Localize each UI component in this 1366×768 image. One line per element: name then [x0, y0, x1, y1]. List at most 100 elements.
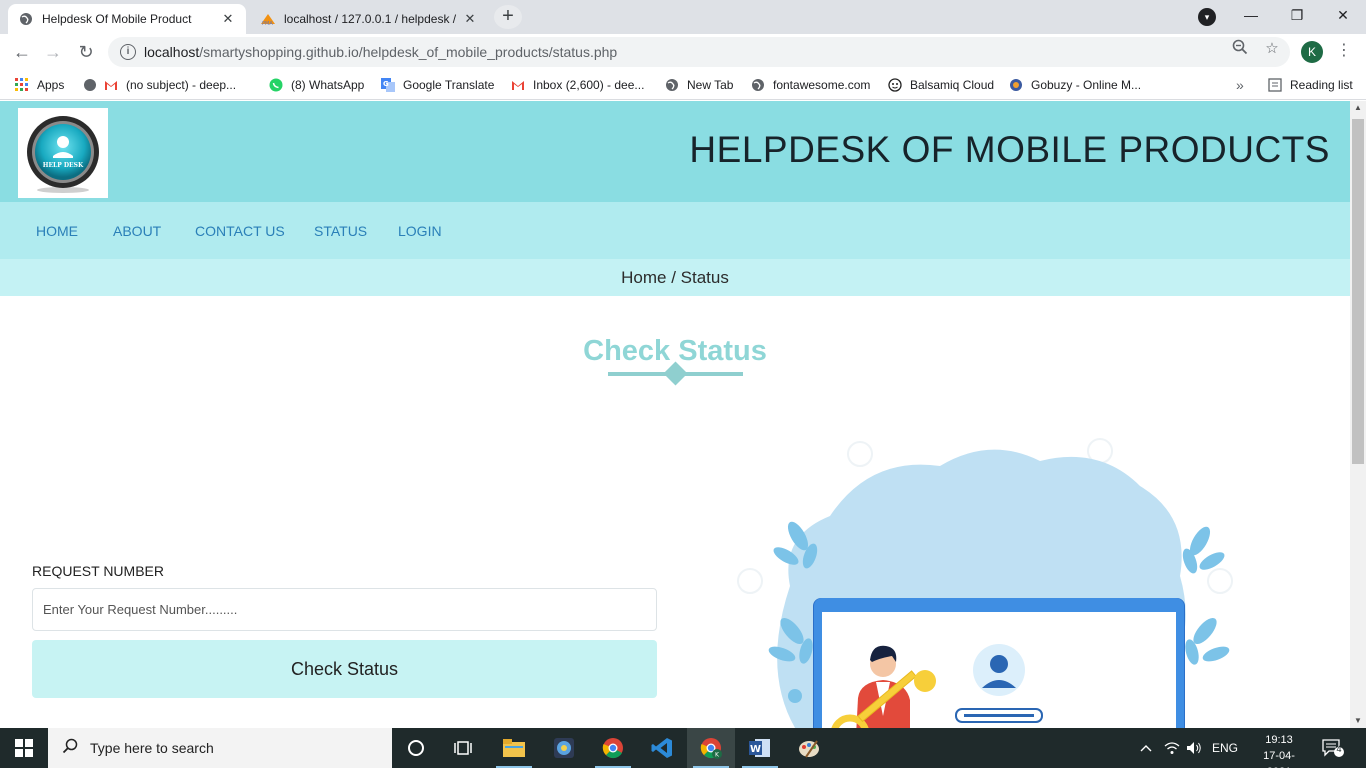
site-nav: HOME ABOUT CONTACT US STATUS LOGIN: [0, 202, 1350, 259]
file-explorer-icon[interactable]: [490, 728, 538, 768]
bookmark-label: New Tab: [687, 78, 734, 92]
gmail-icon: [103, 77, 119, 93]
reload-icon[interactable]: ↻: [73, 39, 99, 65]
url-path: /smartyshopping.github.io/helpdesk_of_mo…: [199, 44, 618, 60]
windows-taskbar: Type here to search K W ENG 19:13 17-04-…: [0, 728, 1366, 768]
page-scrollbar[interactable]: ▲ ▼: [1350, 101, 1366, 728]
start-button[interactable]: [0, 728, 48, 768]
svg-text:PMA: PMA: [262, 21, 273, 26]
bookmarks-bar: Apps (no subject) - deep... (8) WhatsApp…: [0, 70, 1366, 100]
notification-center-icon[interactable]: 4: [1322, 738, 1344, 758]
tab-title: localhost / 127.0.0.1 / helpdesk /: [284, 12, 457, 26]
bookmark-apps[interactable]: Apps: [14, 76, 64, 94]
site-info-icon[interactable]: i: [120, 44, 136, 60]
chrome-icon[interactable]: [589, 728, 637, 768]
bookmark-gobuzy[interactable]: Gobuzy - Online M...: [1008, 76, 1141, 94]
clock-date: 17-04-2021: [1263, 750, 1295, 768]
reading-list-label: Reading list: [1290, 78, 1353, 92]
helpdesk-logo[interactable]: HELP DESK: [18, 108, 108, 198]
back-icon[interactable]: ←: [9, 39, 35, 65]
bookmark-fontawesome[interactable]: fontawesome.com: [750, 76, 870, 94]
bookmark-label: Inbox (2,600) - dee...: [533, 78, 645, 92]
profile-avatar[interactable]: K: [1301, 41, 1323, 63]
gmail-icon: [510, 77, 526, 93]
tab-title: Helpdesk Of Mobile Product: [42, 12, 192, 26]
scroll-down-icon[interactable]: ▼: [1350, 714, 1366, 728]
bookmark-star-icon[interactable]: ☆: [1262, 39, 1282, 59]
svg-text:W: W: [750, 744, 761, 755]
address-bar[interactable]: i localhost/smartyshopping.github.io/hel…: [108, 37, 1290, 67]
tab-search-icon[interactable]: ▾: [1198, 8, 1216, 26]
whatsapp-icon: [268, 77, 284, 93]
globe-icon: [750, 77, 766, 93]
nav-about[interactable]: ABOUT: [113, 223, 161, 239]
close-tab-icon[interactable]: ✕: [462, 11, 478, 27]
restore-icon[interactable]: ❐: [1274, 0, 1320, 30]
show-hidden-icons[interactable]: [1140, 728, 1152, 768]
svg-text:G: G: [383, 80, 389, 88]
bookmark-whatsapp[interactable]: (8) WhatsApp: [268, 76, 364, 94]
apps-grid-icon: [14, 77, 30, 93]
search-placeholder: Type here to search: [90, 740, 214, 756]
bookmark-label: fontawesome.com: [773, 78, 871, 92]
globe-icon: [664, 77, 680, 93]
clock-time: 19:13: [1265, 734, 1293, 746]
reading-list-button[interactable]: Reading list: [1267, 76, 1353, 94]
bookmark-balsamiq[interactable]: Balsamiq Cloud: [887, 76, 994, 94]
nav-status[interactable]: STATUS: [314, 223, 367, 239]
phpmyadmin-icon: PMA: [260, 11, 276, 27]
bookmark-new-tab[interactable]: New Tab: [664, 76, 733, 94]
minimize-icon[interactable]: —: [1228, 0, 1274, 30]
taskbar-search[interactable]: Type here to search: [48, 728, 392, 768]
bookmark-gmail-inbox[interactable]: Inbox (2,600) - dee...: [510, 76, 644, 94]
scrollbar-thumb[interactable]: [1352, 119, 1364, 464]
site-title: HELPDESK OF MOBILE PRODUCTS: [689, 129, 1330, 170]
bookmark-label: Gobuzy - Online M...: [1031, 78, 1142, 92]
request-number-input[interactable]: [32, 588, 657, 631]
forward-icon[interactable]: →: [40, 39, 66, 65]
browser-tab-strip: Helpdesk Of Mobile Product ✕ PMA localho…: [0, 0, 1366, 34]
login-illustration: [737, 438, 1233, 728]
nav-contact-us[interactable]: CONTACT US: [195, 223, 285, 239]
vscode-icon[interactable]: [638, 728, 686, 768]
cortana-icon[interactable]: [392, 728, 440, 768]
nav-login[interactable]: LOGIN: [398, 223, 442, 239]
chrome-profile-icon[interactable]: K: [687, 728, 735, 768]
bookmark-label: Google Translate: [403, 78, 495, 92]
task-view-icon[interactable]: [440, 728, 488, 768]
bookmark-translate[interactable]: G Google Translate: [380, 76, 494, 94]
bookmark-gmail-1[interactable]: (no subject) - deep...: [82, 76, 236, 94]
more-bookmarks-icon[interactable]: »: [1236, 76, 1244, 94]
word-icon[interactable]: W: [736, 728, 784, 768]
globe-icon: [18, 11, 34, 27]
close-tab-icon[interactable]: ✕: [220, 11, 236, 27]
balsamiq-icon: [887, 77, 903, 93]
windows-logo-icon: [15, 739, 33, 757]
language-indicator[interactable]: ENG: [1212, 728, 1238, 768]
gobuzy-icon: [1008, 77, 1024, 93]
media-app-icon[interactable]: [540, 728, 588, 768]
bookmark-label: (no subject) - deep...: [126, 78, 237, 92]
menu-kebab-icon[interactable]: ⋮: [1336, 40, 1352, 60]
tab-phpmyadmin[interactable]: PMA localhost / 127.0.0.1 / helpdesk / ✕: [250, 4, 488, 34]
close-window-icon[interactable]: ✕: [1320, 0, 1366, 30]
taskbar-clock[interactable]: 19:13 17-04-2021: [1251, 732, 1307, 768]
zoom-icon[interactable]: [1230, 39, 1250, 59]
notification-count: 4: [1336, 744, 1342, 754]
volume-icon[interactable]: [1186, 728, 1204, 768]
wifi-icon[interactable]: [1164, 728, 1180, 768]
bookmark-label: Apps: [37, 78, 65, 92]
nav-home[interactable]: HOME: [36, 223, 78, 239]
tab-helpdesk[interactable]: Helpdesk Of Mobile Product ✕: [8, 4, 246, 34]
reading-list-icon: [1267, 77, 1283, 93]
site-header: HELP DESK HELPDESK OF MOBILE PRODUCTS: [0, 101, 1350, 202]
request-number-label: REQUEST NUMBER: [32, 563, 164, 579]
globe-icon: [82, 77, 98, 93]
new-tab-button[interactable]: +: [494, 5, 522, 29]
check-status-button[interactable]: Check Status: [32, 640, 657, 698]
svg-text:HELP DESK: HELP DESK: [43, 162, 84, 169]
scroll-up-icon[interactable]: ▲: [1350, 101, 1366, 115]
web-page: HELP DESK HELPDESK OF MOBILE PRODUCTS HO…: [0, 101, 1350, 728]
paint-icon[interactable]: [785, 728, 833, 768]
search-icon: [62, 738, 78, 759]
